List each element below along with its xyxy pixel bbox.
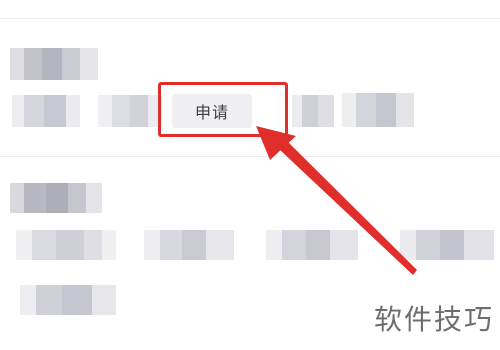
arrow-shaft <box>280 141 417 275</box>
watermark-text: 软件技巧 <box>373 303 494 336</box>
